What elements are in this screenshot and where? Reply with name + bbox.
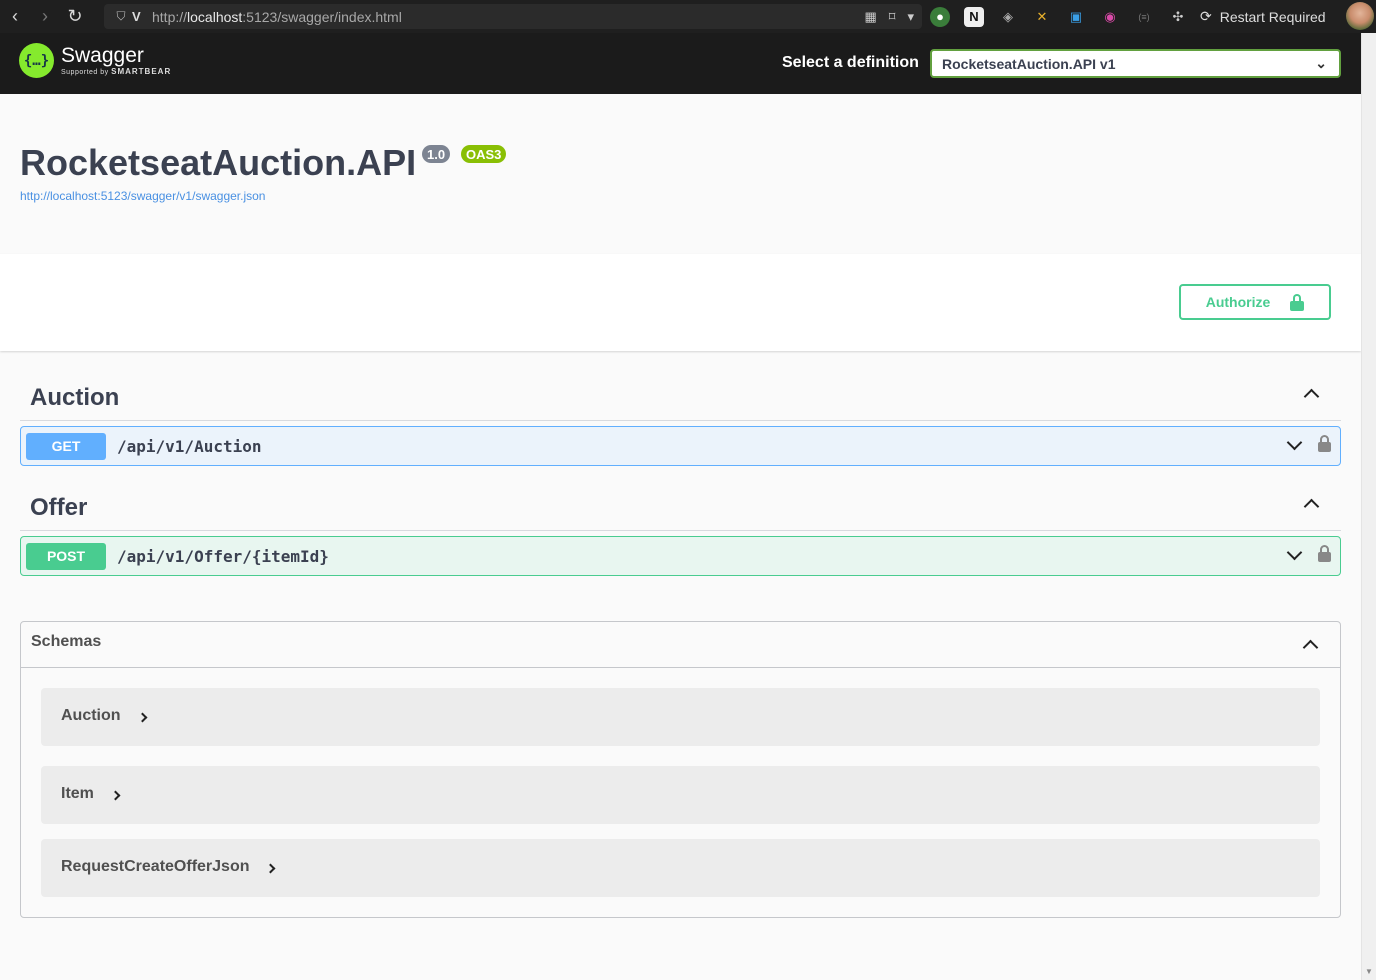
address-bar[interactable]: ⛉ V http://localhost:5123/swagger/index.…	[104, 4, 922, 29]
browser-toolbar: ‹ › ↻ ⛉ V http://localhost:5123/swagger/…	[0, 0, 1376, 33]
schema-item-item[interactable]: Item	[41, 766, 1320, 824]
notion-icon[interactable]: N	[964, 6, 984, 27]
operation-get-auction[interactable]: GET /api/v1/Auction	[20, 426, 1341, 466]
swagger-logo-icon: {…}	[19, 43, 54, 78]
version-badge: 1.0	[422, 145, 451, 163]
tag-section-auction: Auction GET /api/v1/Auction	[20, 371, 1341, 466]
lock-icon[interactable]	[1318, 545, 1331, 562]
extension-green-icon[interactable]: ●	[930, 6, 950, 27]
page-title: RocketseatAuction.API	[20, 142, 417, 183]
oas-badge: OAS3	[461, 145, 507, 163]
logo-text: Swagger	[61, 44, 144, 67]
method-badge: POST	[26, 542, 106, 570]
extension-pink-icon[interactable]: ◉	[1100, 7, 1120, 27]
vpn-icon[interactable]: V	[132, 9, 148, 24]
definition-value: RocketseatAuction.API v1	[942, 55, 1116, 72]
lock-open-icon	[1290, 294, 1305, 311]
scrollbar[interactable]: ▼	[1361, 33, 1376, 980]
schemas-header[interactable]: Schemas	[21, 622, 1340, 668]
schemas-title: Schemas	[31, 633, 102, 650]
restart-required-button[interactable]: ⟳ Restart Required	[1200, 0, 1326, 33]
chevron-down-icon[interactable]	[1286, 544, 1303, 563]
scheme-container: Authorize	[0, 254, 1361, 351]
shield-icon[interactable]: ⛉	[110, 9, 132, 24]
bookmark-icon[interactable]: ⌑	[889, 9, 896, 25]
chevron-up-icon[interactable]	[1303, 495, 1320, 515]
schema-item-auction[interactable]: Auction	[41, 688, 1320, 746]
definition-label: Select a definition	[782, 54, 919, 71]
chevron-up-icon[interactable]	[1303, 385, 1320, 405]
back-icon[interactable]: ‹	[0, 0, 30, 33]
schema-name: Auction	[61, 707, 121, 724]
tag-header-auction[interactable]: Auction	[20, 371, 1341, 421]
extension-dark-icon[interactable]: (≡)	[1134, 7, 1154, 27]
dropdown-icon[interactable]: ▾	[907, 9, 914, 25]
logo-sub: Supported by	[61, 69, 109, 76]
method-badge: GET	[26, 432, 106, 460]
authorize-button[interactable]: Authorize	[1179, 284, 1331, 320]
logo-brand: SMARTBEAR	[111, 67, 172, 76]
operation-path: /api/v1/Offer/{itemId}	[117, 546, 329, 566]
operation-post-offer[interactable]: POST /api/v1/Offer/{itemId}	[20, 536, 1341, 576]
screenshot-icon[interactable]: ▣	[1066, 7, 1086, 27]
tag-name: Auction	[30, 384, 120, 411]
lock-icon[interactable]	[1318, 435, 1331, 452]
spec-link[interactable]: http://localhost:5123/swagger/v1/swagger…	[20, 189, 265, 203]
extension-bolt-icon[interactable]: ✕	[1032, 7, 1052, 27]
scroll-down-icon[interactable]: ▼	[1365, 967, 1373, 976]
extensions-puzzle-icon[interactable]: ✣	[1168, 7, 1188, 27]
chevron-right-icon	[265, 863, 276, 874]
forward-icon[interactable]: ›	[30, 0, 60, 33]
swagger-logo[interactable]: {…} Swagger Supported by SMARTBEAR	[19, 43, 171, 78]
definition-select[interactable]: RocketseatAuction.API v1 ⌄	[930, 49, 1341, 78]
reload-icon[interactable]: ↻	[60, 0, 90, 33]
operation-path: /api/v1/Auction	[117, 436, 262, 456]
swagger-topbar: {…} Swagger Supported by SMARTBEAR Selec…	[0, 33, 1361, 94]
tag-header-offer[interactable]: Offer	[20, 481, 1341, 531]
api-info: RocketseatAuction.API 1.0 OAS3 http://lo…	[20, 142, 507, 203]
chevron-right-icon	[137, 712, 148, 723]
chevron-right-icon	[110, 790, 121, 801]
schema-name: RequestCreateOfferJson	[61, 858, 250, 875]
chevron-down-icon: ⌄	[1315, 55, 1327, 71]
chevron-up-icon[interactable]	[1302, 636, 1319, 656]
schema-name: Item	[61, 785, 94, 802]
schema-item-requestcreateofferjson[interactable]: RequestCreateOfferJson	[41, 839, 1320, 897]
restart-icon: ⟳	[1200, 8, 1212, 24]
authorize-label: Authorize	[1205, 294, 1271, 310]
qr-code-icon[interactable]: ▦	[865, 9, 877, 25]
url-text[interactable]: http://localhost:5123/swagger/index.html	[152, 9, 402, 25]
avatar[interactable]	[1346, 2, 1374, 30]
tag-name: Offer	[30, 494, 88, 521]
chevron-down-icon[interactable]	[1286, 434, 1303, 453]
tag-section-offer: Offer POST /api/v1/Offer/{itemId}	[20, 481, 1341, 576]
schemas-section: Schemas Auction Item RequestCreateOfferJ…	[20, 621, 1341, 918]
extension-shield-icon[interactable]: ◈	[998, 7, 1018, 27]
